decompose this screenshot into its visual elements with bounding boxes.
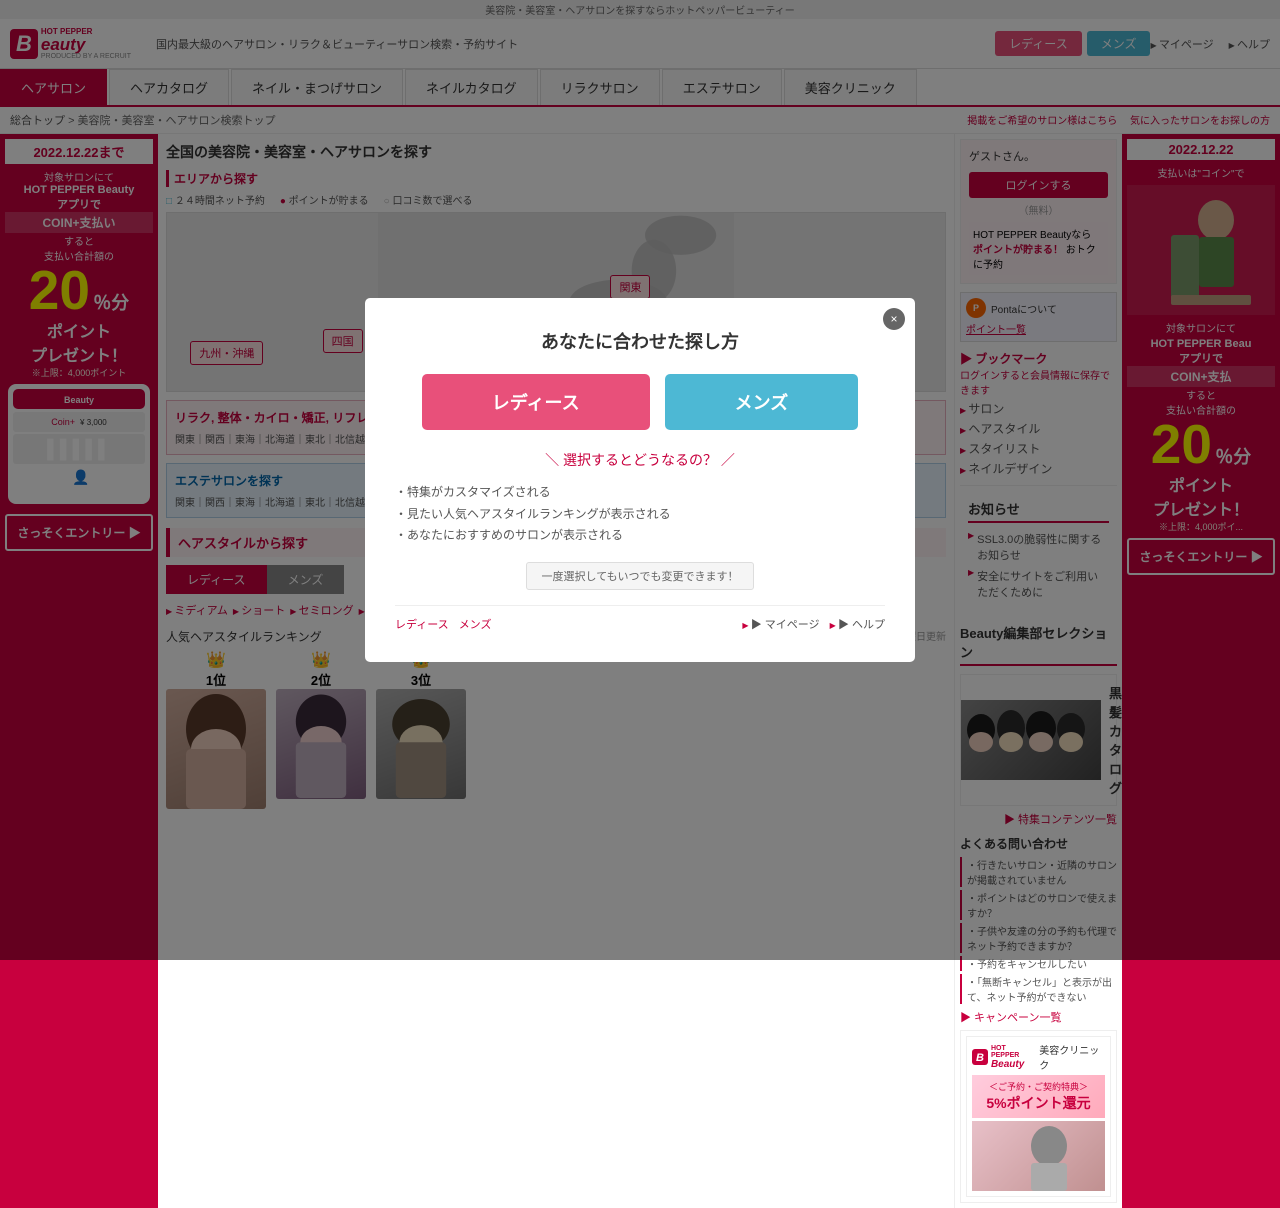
benefit-3: ・あなたにおすすめのサロンが表示される <box>395 525 885 547</box>
campaign-link[interactable]: ▶ キャンペーン一覧 <box>960 1009 1117 1025</box>
benefit-1: ・特集がカスタマイズされる <box>395 482 885 504</box>
modal-mens-button[interactable]: メンズ <box>665 374 859 430</box>
modal-footer-right: ▶ マイページ ▶ ヘルプ <box>742 616 885 632</box>
modal-footer-help[interactable]: ▶ ヘルプ <box>830 616 885 632</box>
modal-note: 一度選択してもいつでも変更できます！ <box>526 562 755 590</box>
clinic-brand: HOT PEPPER Beauty <box>991 1045 1033 1070</box>
clinic-label: 美容クリニック <box>1039 1042 1105 1072</box>
modal-footer-mypage[interactable]: ▶ マイページ <box>742 616 819 632</box>
faq-item-5: ・「無断キャンセル」と表示が出て、ネット予約ができない <box>960 974 1117 1004</box>
clinic-person-svg <box>989 1121 1089 1191</box>
modal-question-text: ＼ 選択するとどうなるの？ ／ <box>545 452 735 468</box>
modal-buttons: レディース メンズ <box>395 374 885 430</box>
modal-close-button[interactable]: × <box>883 308 905 330</box>
modal-footer-ladies[interactable]: レディース <box>395 616 449 632</box>
modal-question: ＼ 選択するとどうなるの？ ／ <box>395 450 885 470</box>
clinic-ad-inner: B HOT PEPPER Beauty 美容クリニック ＜ご予約・ご契約特典＞ … <box>966 1036 1111 1197</box>
clinic-b-logo: B <box>972 1049 988 1065</box>
clinic-image <box>972 1121 1105 1191</box>
modal: × あなたに合わせた探し方 レディース メンズ ＼ 選択するとどうなるの？ ／ … <box>365 298 915 662</box>
benefit-2: ・見たい人気ヘアスタイルランキングが表示される <box>395 504 885 526</box>
clinic-img-placeholder <box>972 1121 1105 1191</box>
modal-footer-mens[interactable]: メンズ <box>459 616 492 632</box>
clinic-ad: B HOT PEPPER Beauty 美容クリニック ＜ご予約・ご契約特典＞ … <box>960 1030 1117 1203</box>
clinic-promo-percent: 5%ポイント還元 <box>977 1093 1100 1113</box>
clinic-promo: ＜ご予約・ご契約特典＞ 5%ポイント還元 <box>972 1075 1105 1118</box>
clinic-promo-text: ＜ご予約・ご契約特典＞ <box>977 1080 1100 1093</box>
modal-benefits: ・特集がカスタマイズされる ・見たい人気ヘアスタイルランキングが表示される ・あ… <box>395 482 885 547</box>
modal-footer: レディース メンズ ▶ マイページ ▶ ヘルプ <box>395 605 885 632</box>
modal-title: あなたに合わせた探し方 <box>395 328 885 354</box>
modal-ladies-button[interactable]: レディース <box>422 374 650 430</box>
clinic-logo-row: B HOT PEPPER Beauty 美容クリニック <box>972 1042 1105 1072</box>
modal-overlay[interactable]: × あなたに合わせた探し方 レディース メンズ ＼ 選択するとどうなるの？ ／ … <box>0 0 1280 960</box>
modal-footer-links: レディース メンズ <box>395 616 491 632</box>
